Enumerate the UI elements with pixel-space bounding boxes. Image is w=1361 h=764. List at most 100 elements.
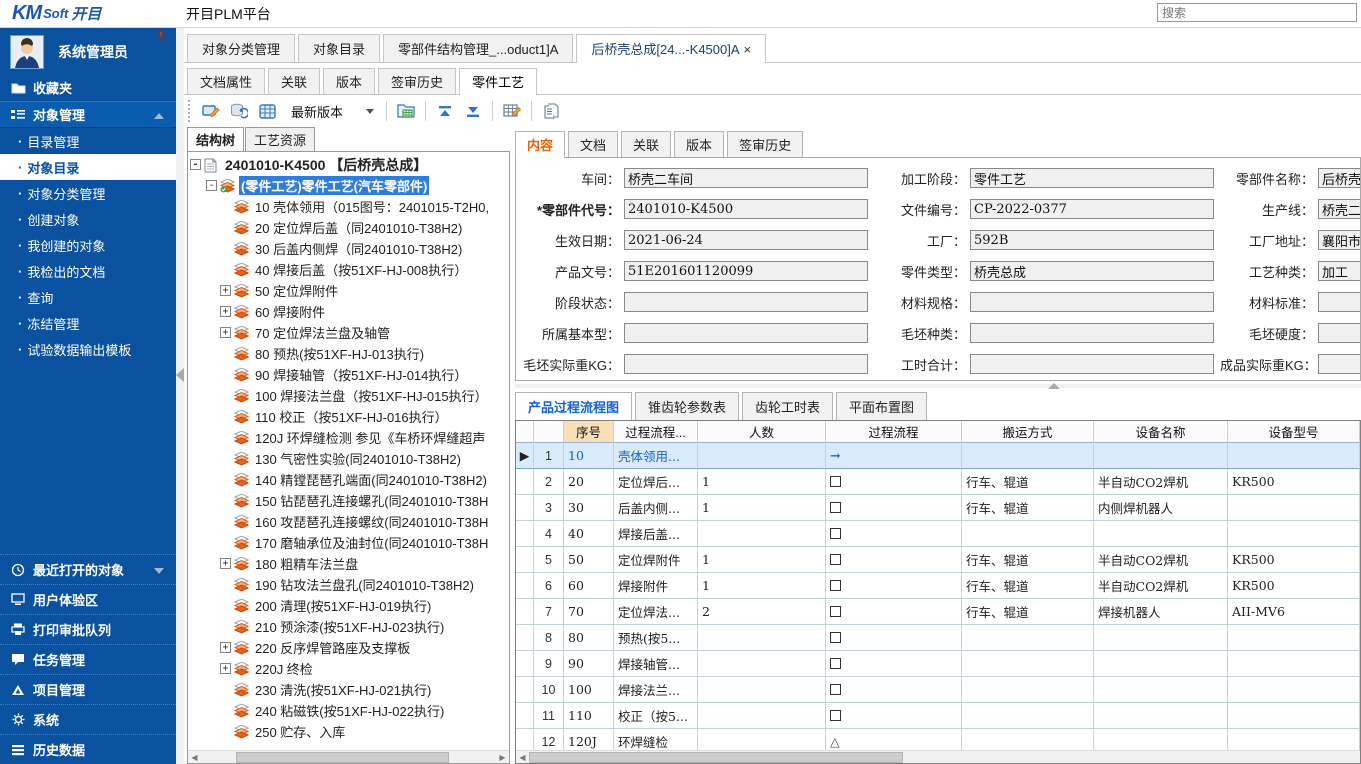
tree-horizontal-scrollbar[interactable]: ◀ ▶ — [188, 750, 509, 763]
checkbox-icon[interactable] — [830, 684, 841, 695]
row-selector-cell[interactable] — [516, 469, 534, 495]
sequence-cell[interactable]: 50 — [564, 547, 614, 573]
sequence-cell[interactable]: 20 — [564, 469, 614, 495]
sidebar-child-item[interactable]: 我创建的对象 — [0, 232, 176, 258]
sidebar-child-item[interactable]: 我检出的文档 — [0, 258, 176, 284]
scroll-right-icon[interactable]: ▶ — [496, 751, 509, 764]
form-field-input[interactable] — [624, 199, 868, 219]
people-count-cell[interactable] — [698, 651, 826, 677]
sequence-cell[interactable]: 70 — [564, 599, 614, 625]
transport-mode-cell[interactable]: 行车、辊道 — [962, 547, 1094, 573]
process-flow-cell[interactable] — [826, 677, 962, 703]
form-field-input[interactable] — [970, 323, 1214, 343]
form-field-input[interactable] — [1318, 354, 1361, 374]
collapse-to-top-button[interactable] — [433, 99, 457, 123]
tree-process-node[interactable]: 120J 环焊缝检测 参见《车桥环焊缝超声 — [190, 427, 509, 448]
form-field-input[interactable] — [970, 292, 1214, 312]
checkbox-icon[interactable] — [830, 632, 841, 643]
people-count-cell[interactable] — [698, 625, 826, 651]
process-flow-cell[interactable] — [826, 703, 962, 729]
table-header-cell[interactable] — [534, 421, 564, 443]
tree-process-node[interactable]: + 220 反序焊管路座及支撑板 — [190, 637, 509, 658]
row-selector-cell[interactable] — [516, 521, 534, 547]
edit-object-button[interactable] — [199, 99, 223, 123]
chevron-down-icon[interactable] — [154, 568, 164, 574]
checkbox-icon[interactable] — [830, 502, 841, 513]
form-field-input[interactable] — [1318, 230, 1361, 250]
tree-tab[interactable]: 结构树 — [187, 127, 244, 151]
sidebar-item-user-experience[interactable]: 用户体验区 — [0, 584, 176, 614]
object-subtab[interactable]: 关联 — [268, 68, 320, 94]
transport-mode-cell[interactable]: 行车、辊道 — [962, 573, 1094, 599]
form-field-input[interactable] — [970, 354, 1214, 374]
row-selector-cell[interactable]: ▶ — [516, 443, 534, 469]
tree-process-node[interactable]: 10 壳体领用（015图号：2401015-T2H0, — [190, 196, 509, 217]
transport-mode-cell[interactable] — [962, 703, 1094, 729]
checkbox-icon[interactable] — [830, 658, 841, 669]
form-field-input[interactable] — [624, 168, 868, 188]
table-header-cell[interactable]: 序号 — [564, 421, 614, 443]
equipment-name-cell[interactable] — [1094, 625, 1228, 651]
detail-tab[interactable]: 文档 — [568, 131, 618, 157]
equipment-name-cell[interactable] — [1094, 677, 1228, 703]
table-row[interactable]: 7 70 定位焊法... 2 行车、辊道 焊接机器人 AII-M — [516, 599, 1360, 625]
collapse-up-icon[interactable] — [1048, 383, 1060, 389]
process-name-cell[interactable]: 焊接轴管... — [614, 651, 698, 677]
sidebar-item-print-approval-queue[interactable]: 打印审批队列 — [0, 614, 176, 644]
equipment-name-cell[interactable]: 半自动CO2焊机 — [1094, 573, 1228, 599]
detail-tab[interactable]: 签审历史 — [727, 131, 803, 157]
table-header-cell[interactable]: 过程流程 — [826, 421, 962, 443]
sequence-cell[interactable]: 10 — [564, 443, 614, 469]
sequence-cell[interactable]: 30 — [564, 495, 614, 521]
equipment-model-cell[interactable]: KR500 — [1228, 469, 1360, 495]
process-name-cell[interactable]: 焊接附件 — [614, 573, 698, 599]
equipment-model-cell[interactable] — [1228, 443, 1360, 469]
people-count-cell[interactable]: 1 — [698, 495, 826, 521]
equipment-name-cell[interactable]: 半自动CO2焊机 — [1094, 469, 1228, 495]
collapse-node-icon[interactable]: - — [206, 180, 217, 191]
process-flow-cell[interactable] — [826, 625, 962, 651]
checkbox-icon[interactable] — [830, 580, 841, 591]
scroll-left-icon[interactable]: ◀ — [516, 753, 529, 762]
form-field-input[interactable] — [624, 292, 868, 312]
sidebar-child-item[interactable]: 创建对象 — [0, 206, 176, 232]
chevron-down-icon[interactable] — [363, 102, 377, 120]
detail-tab[interactable]: 关联 — [621, 131, 671, 157]
tree-process-node[interactable]: 170 磨轴承位及油封位(同2401010-T38H — [190, 532, 509, 553]
sidebar-child-item[interactable]: 试验数据输出模板 — [0, 336, 176, 362]
tree-process-node[interactable]: 240 粘磁铁(按51XF-HJ-022执行) — [190, 700, 509, 721]
table-row[interactable]: 2 20 定位焊后... 1 行车、辊道 半自动CO2焊机 KR — [516, 469, 1360, 495]
scrollbar-thumb[interactable] — [236, 752, 448, 763]
process-name-cell[interactable]: 定位焊后... — [614, 469, 698, 495]
tree-process-node[interactable]: 150 钻琵琶孔连接螺孔(同2401010-T38H — [190, 490, 509, 511]
object-subtab[interactable]: 文档属性 — [187, 68, 265, 94]
grid-tab[interactable]: 齿轮工时表 — [742, 392, 833, 420]
row-selector-cell[interactable] — [516, 573, 534, 599]
collapse-to-bottom-button[interactable] — [461, 99, 485, 123]
table-header-cell[interactable]: 搬运方式 — [962, 421, 1094, 443]
sidebar-item-system[interactable]: 系统 — [0, 704, 176, 734]
expand-node-icon[interactable]: + — [220, 306, 231, 317]
checkbox-icon[interactable] — [830, 554, 841, 565]
form-field-input[interactable] — [1318, 323, 1361, 343]
table-row[interactable]: 6 60 焊接附件 1 行车、辊道 半自动CO2焊机 KR500 — [516, 573, 1360, 599]
table-row[interactable]: 11 110 校正（按5... — [516, 703, 1360, 729]
table-header-cell[interactable]: 设备型号 — [1228, 421, 1360, 443]
sidebar-child-item[interactable]: 对象分类管理 — [0, 180, 176, 206]
equipment-model-cell[interactable] — [1228, 625, 1360, 651]
sidebar-child-item[interactable]: 目录管理 — [0, 128, 176, 154]
form-field-input[interactable] — [970, 168, 1214, 188]
tree-process-node[interactable]: 80 预热(按51XF-HJ-013执行) — [190, 343, 509, 364]
collapse-node-icon[interactable]: - — [190, 159, 201, 170]
tree-tab[interactable]: 工艺资源 — [245, 127, 315, 151]
tree-selected-node[interactable]: - (零件工艺)零件工艺(汽车零部件) — [190, 175, 509, 196]
process-name-cell[interactable]: 后盖内侧... — [614, 495, 698, 521]
tree-process-node[interactable]: 30 后盖内侧焊（同2401010-T38H2) — [190, 238, 509, 259]
toolbar-grip[interactable] — [188, 100, 193, 122]
grid-tab[interactable]: 产品过程流程图 — [515, 392, 632, 420]
equipment-model-cell[interactable] — [1228, 521, 1360, 547]
sequence-cell[interactable]: 60 — [564, 573, 614, 599]
form-field-input[interactable] — [970, 230, 1214, 250]
table-header-cell[interactable]: 人数 — [698, 421, 826, 443]
sequence-cell[interactable]: 80 — [564, 625, 614, 651]
